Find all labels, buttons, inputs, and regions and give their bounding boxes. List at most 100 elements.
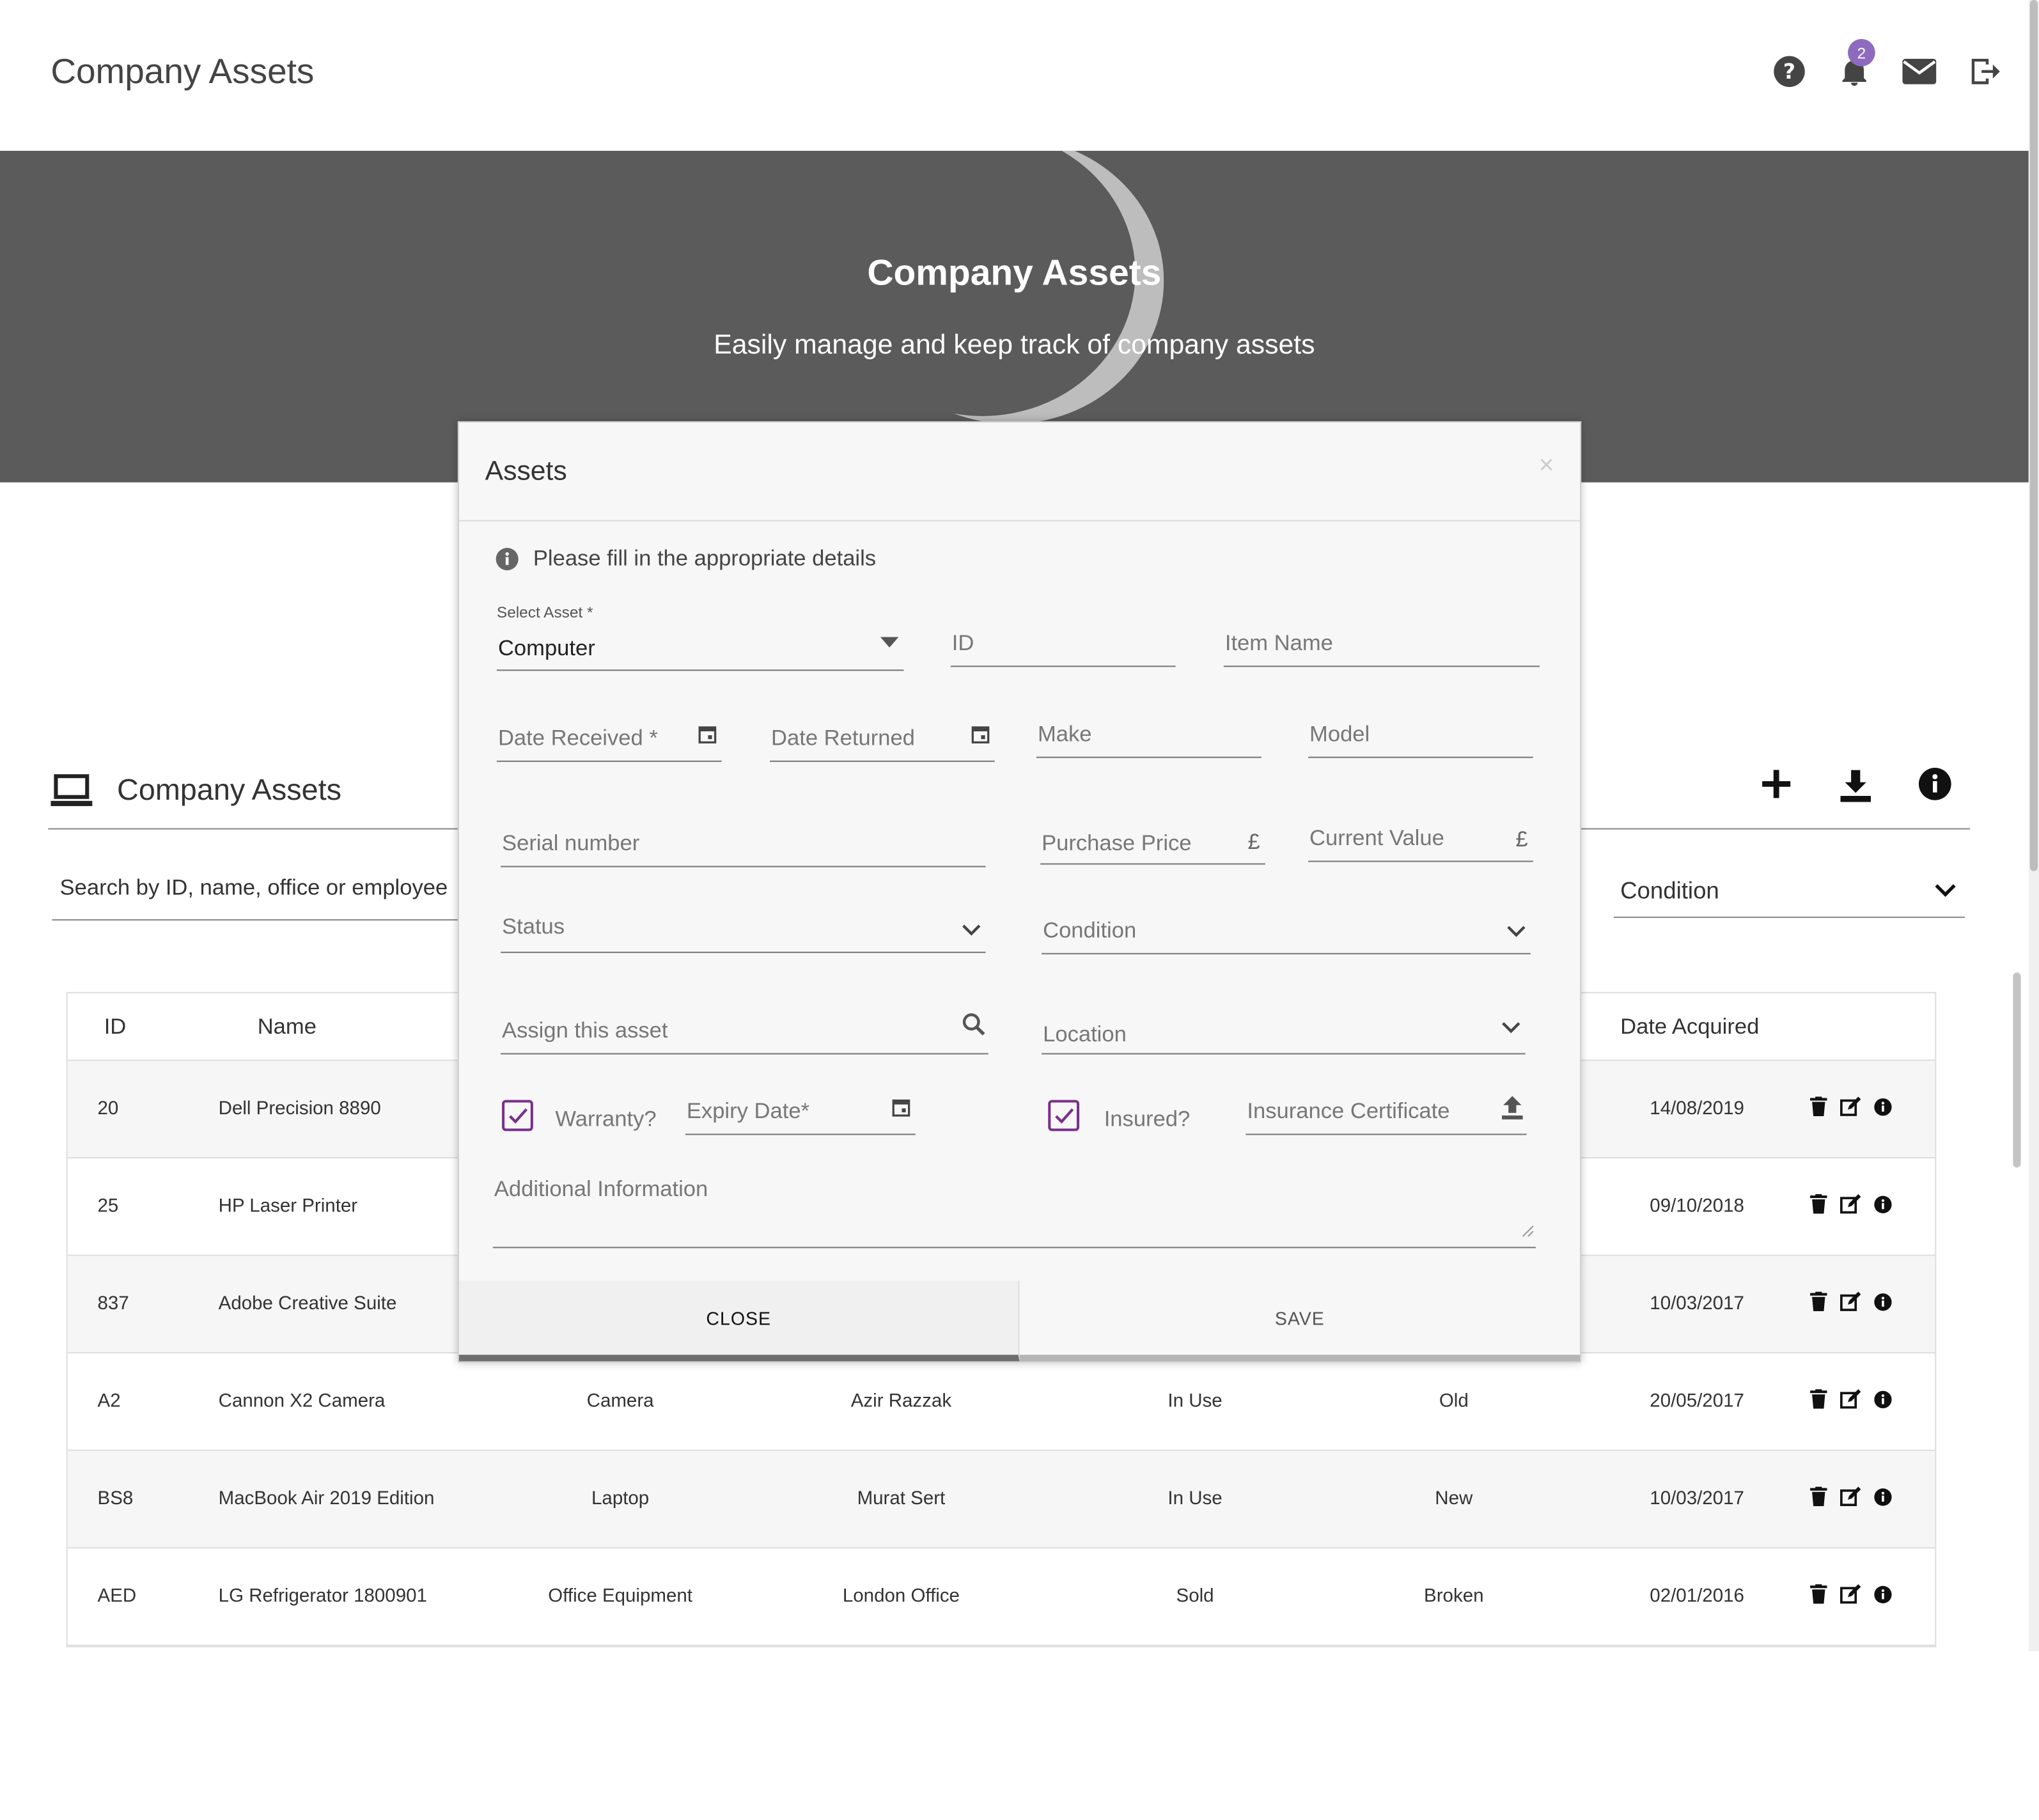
cell-id: 20: [97, 1098, 119, 1120]
date-received-field[interactable]: Date Received *: [496, 718, 722, 762]
model-field[interactable]: Model: [1308, 714, 1533, 758]
cell-type: Office Equipment: [548, 1586, 692, 1607]
delete-icon[interactable]: [1810, 1194, 1827, 1219]
notification-badge: 2: [1848, 39, 1875, 66]
delete-icon[interactable]: [1810, 1486, 1827, 1512]
insured-checkbox[interactable]: [1048, 1100, 1080, 1132]
delete-icon[interactable]: [1810, 1389, 1827, 1414]
header-name: Name: [257, 1013, 316, 1038]
expiry-placeholder: Expiry Date*: [686, 1098, 810, 1124]
status-select[interactable]: Status: [501, 909, 986, 953]
serial-placeholder: Serial number: [502, 830, 640, 856]
chevron-down-icon: [1506, 919, 1527, 945]
cell-name: MacBook Air 2019 Edition: [218, 1488, 435, 1510]
item-name-field[interactable]: Item Name: [1223, 623, 1540, 667]
warranty-label: Warranty?: [555, 1106, 657, 1132]
delete-icon[interactable]: [1810, 1291, 1827, 1317]
edit-icon[interactable]: [1840, 1584, 1861, 1609]
cell-id: AED: [97, 1586, 137, 1607]
cell-date: 02/01/2016: [1650, 1586, 1744, 1607]
calendar-icon[interactable]: [971, 724, 990, 751]
search-input[interactable]: Search by ID, name, office or employee: [52, 863, 469, 921]
delete-icon[interactable]: [1810, 1096, 1827, 1122]
add-icon[interactable]: [1760, 767, 1793, 810]
info-icon[interactable]: [1918, 767, 1952, 810]
info-icon[interactable]: [1874, 1488, 1892, 1511]
cell-type: Camera: [586, 1391, 654, 1412]
info-icon[interactable]: [1874, 1390, 1892, 1413]
model-placeholder: Model: [1309, 721, 1370, 747]
hero-title: Company Assets: [867, 252, 1162, 293]
warranty-checkbox[interactable]: [502, 1100, 533, 1132]
condition-placeholder: Condition: [1043, 917, 1137, 943]
help-icon[interactable]: ?: [1771, 49, 1808, 93]
additional-information-textarea[interactable]: Additional Information: [492, 1174, 1536, 1248]
insurance-certificate-field[interactable]: Insurance Certificate: [1246, 1091, 1527, 1135]
search-icon[interactable]: [962, 1013, 986, 1043]
purchase-price-placeholder: Purchase Price: [1042, 830, 1192, 856]
cell-name: Dell Precision 8890: [218, 1098, 381, 1120]
calendar-icon[interactable]: [892, 1098, 910, 1124]
upload-icon[interactable]: [1501, 1094, 1524, 1127]
info-circle-icon: [496, 547, 519, 571]
current-value-field[interactable]: Current Value £: [1308, 818, 1533, 862]
row-actions: [1810, 1194, 1892, 1219]
cell-type: Laptop: [591, 1488, 650, 1510]
row-actions: [1810, 1389, 1892, 1414]
cell-id: A2: [97, 1391, 121, 1412]
select-asset-dropdown[interactable]: Computer: [496, 626, 904, 671]
resize-handle-icon[interactable]: [1522, 1218, 1535, 1245]
date-returned-field[interactable]: Date Returned: [770, 718, 995, 762]
cell-date: 14/08/2019: [1650, 1098, 1744, 1120]
expiry-date-field[interactable]: Expiry Date*: [685, 1091, 916, 1135]
mail-icon[interactable]: [1901, 49, 1937, 93]
header-id: ID: [104, 1013, 127, 1038]
current-value-placeholder: Current Value: [1309, 825, 1444, 851]
status-placeholder: Status: [502, 914, 565, 939]
save-button[interactable]: SAVE: [1019, 1280, 1581, 1362]
serial-number-field[interactable]: Serial number: [501, 823, 986, 867]
info-icon[interactable]: [1874, 1098, 1892, 1121]
table-row: BS8 MacBook Air 2019 Edition Laptop Murat S…: [67, 1451, 1935, 1549]
cell-assignee: Azir Razzak: [850, 1391, 952, 1412]
edit-icon[interactable]: [1840, 1194, 1861, 1219]
edit-icon[interactable]: [1840, 1389, 1861, 1414]
download-icon[interactable]: [1838, 767, 1874, 810]
modal-footer: CLOSE SAVE: [458, 1280, 1581, 1362]
additional-placeholder: Additional Information: [494, 1176, 708, 1202]
id-field[interactable]: ID: [950, 623, 1176, 667]
info-icon[interactable]: [1874, 1585, 1892, 1608]
notifications-icon[interactable]: 2: [1836, 39, 1875, 93]
calendar-icon[interactable]: [698, 724, 717, 751]
condition-select[interactable]: Condition: [1042, 910, 1531, 954]
modal-info: Please fill in the appropriate details: [496, 546, 876, 572]
inner-scrollbar-thumb[interactable]: [2013, 972, 2021, 1168]
edit-icon[interactable]: [1840, 1486, 1861, 1512]
assign-asset-field[interactable]: Assign this asset: [501, 1010, 988, 1055]
info-icon[interactable]: [1874, 1195, 1892, 1218]
section-title: Company Assets: [117, 772, 342, 806]
page-scrollbar[interactable]: [2028, 0, 2039, 1651]
logout-icon[interactable]: [1966, 49, 2003, 93]
location-select[interactable]: Location: [1042, 1010, 1526, 1055]
cell-date: 20/05/2017: [1650, 1391, 1744, 1412]
condition-filter-select[interactable]: Condition: [1613, 863, 1965, 918]
info-icon[interactable]: [1874, 1293, 1892, 1316]
make-field[interactable]: Make: [1036, 714, 1262, 758]
edit-icon[interactable]: [1840, 1291, 1861, 1317]
app-title: Company Assets: [51, 52, 315, 91]
modal-close-icon[interactable]: ×: [1539, 451, 1554, 481]
cell-id: BS8: [97, 1488, 134, 1510]
row-actions: [1810, 1291, 1892, 1317]
cell-condition: Broken: [1424, 1586, 1484, 1607]
cell-condition: Old: [1439, 1391, 1469, 1412]
purchase-price-field[interactable]: Purchase Price £: [1040, 820, 1265, 865]
delete-icon[interactable]: [1810, 1584, 1827, 1609]
search-placeholder: Search by ID, name, office or employee: [59, 875, 448, 900]
assign-placeholder: Assign this asset: [502, 1018, 668, 1043]
edit-icon[interactable]: [1840, 1096, 1861, 1122]
assets-modal: Assets × Please fill in the appropriate …: [457, 421, 1582, 1363]
close-button[interactable]: CLOSE: [458, 1280, 1020, 1362]
cell-status: Sold: [1176, 1586, 1214, 1607]
modal-title: Assets: [485, 456, 567, 486]
